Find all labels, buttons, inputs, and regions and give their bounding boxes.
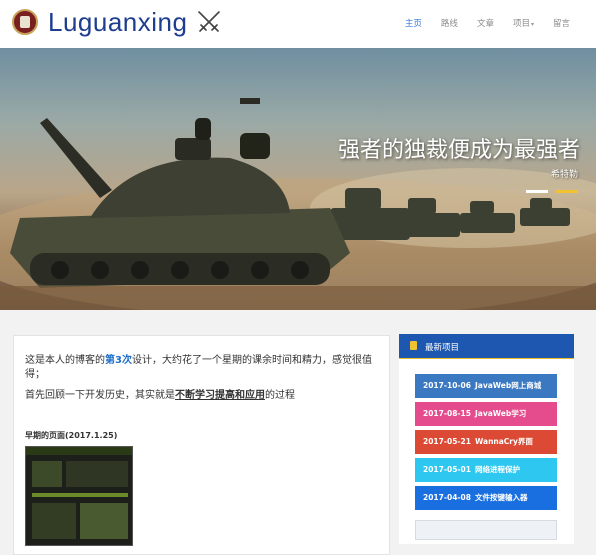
project-title: WannaCry界面: [475, 437, 533, 446]
early-page-screenshot[interactable]: [25, 446, 133, 546]
project-item[interactable]: 2017-08-15 JavaWeb学习: [415, 402, 557, 426]
nav-route[interactable]: 路线: [441, 17, 458, 29]
nav-guestbook[interactable]: 留言: [553, 17, 570, 29]
carousel-indicator-1[interactable]: [526, 190, 548, 193]
hero-quote-author: 希特勒: [550, 170, 578, 180]
main-nav: 主页 路线 文章 项目▾ 留言: [386, 17, 570, 29]
intro-paragraph: 这是本人的博客的第3次设计，大约花了一个星期的课余时间和精力，感觉很值得；: [25, 354, 380, 382]
book-icon: [410, 341, 417, 350]
logo-icon[interactable]: [12, 9, 38, 35]
project-item[interactable]: 2017-05-21 WannaCry界面: [415, 430, 557, 454]
project-item[interactable]: 2017-04-08 文件按键输入器: [415, 486, 557, 510]
intro-text: 这是本人的博客的: [25, 355, 105, 366]
history-text: 首先回顾一下开发历史，其实就是: [25, 390, 175, 401]
project-item[interactable]: 2017-05-01 网络进程保护: [415, 458, 557, 482]
nav-projects-label: 项目: [512, 19, 530, 29]
article-panel: 这是本人的博客的第3次设计，大约花了一个星期的课余时间和精力，感觉很值得； 首先…: [13, 335, 390, 555]
thumb-header-bar: [26, 447, 132, 455]
project-title: 文件按键输入器: [475, 493, 528, 502]
thumb-block: [32, 461, 62, 487]
early-page-caption: 早期的页面(2017.1.25): [25, 431, 118, 440]
thumb-block: [32, 503, 76, 539]
history-text-cont: 的过程: [265, 390, 295, 401]
crossed-swords-icon: [198, 11, 220, 32]
history-emphasis: 不断学习提高和应用: [175, 390, 265, 401]
project-date: 2017-05-21: [423, 437, 471, 446]
nav-projects[interactable]: 项目▾: [513, 17, 534, 29]
project-date: 2017-05-01: [423, 465, 471, 474]
caret-down-icon: ▾: [530, 21, 534, 28]
carousel-indicator-2[interactable]: [556, 190, 578, 193]
project-item[interactable]: 2017-10-06 JavaWeb网上商城: [415, 374, 557, 398]
top-header: Luguanxing 主页 路线 文章 项目▾ 留言: [0, 0, 596, 48]
nav-home[interactable]: 主页: [405, 17, 422, 29]
project-date: 2017-08-15: [423, 409, 471, 418]
project-date: 2017-04-08: [423, 493, 471, 502]
latest-projects-title: 最新项目: [425, 343, 460, 353]
hero-quote: 强者的独裁便成为最强者: [337, 138, 580, 163]
project-title: JavaWeb网上商城: [475, 381, 542, 390]
project-date: 2017-10-06: [423, 381, 471, 390]
latest-projects-panel: 最新项目 2017-10-06 JavaWeb网上商城 2017-08-15 Jav…: [399, 334, 574, 544]
site-brand[interactable]: Luguanxing: [48, 7, 187, 38]
hero-banner: 强者的独裁便成为最强者 希特勒: [0, 48, 596, 310]
nav-articles[interactable]: 文章: [477, 17, 494, 29]
thumb-green-line: [32, 493, 128, 497]
hero-tank-image: [0, 98, 596, 310]
thumb-block: [66, 461, 128, 487]
project-title: JavaWeb学习: [475, 409, 527, 418]
project-title: 网络进程保护: [475, 465, 520, 474]
intro-highlight: 第3次: [105, 355, 132, 366]
history-paragraph: 首先回顾一下开发历史，其实就是不断学习提高和应用的过程: [25, 389, 380, 403]
thumb-block: [80, 503, 128, 539]
project-preview-image[interactable]: [415, 520, 557, 540]
latest-projects-header: 最新项目: [399, 334, 574, 359]
